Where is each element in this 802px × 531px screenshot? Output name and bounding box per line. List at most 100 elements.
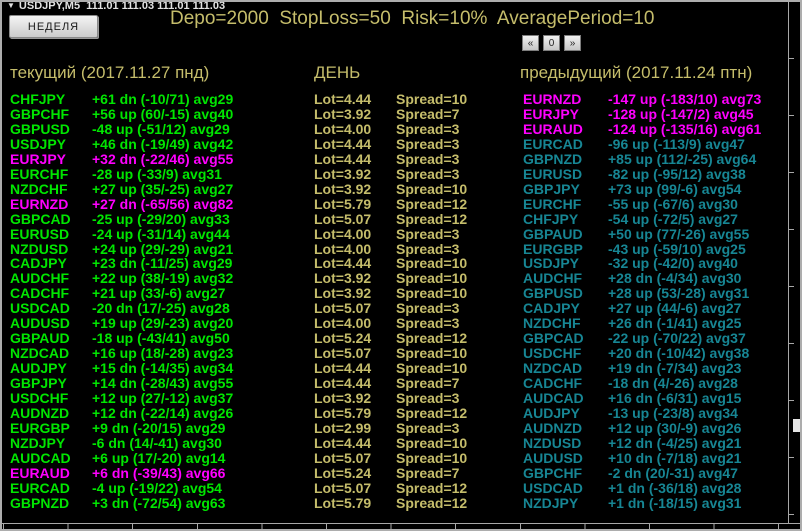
current-pair: AUDUSD (10, 315, 70, 332)
current-value: -6 dn (14/-41) avg30 (92, 434, 222, 451)
table-row: CADJPY +23 dn (-11/25) avg29 Lot=4.44 Sprea… (2, 256, 800, 271)
table-row: AUDJPY +15 dn (-14/35) avg34 Lot=4.44 Sprea… (2, 361, 800, 376)
day-lot: Lot=4.44 (314, 255, 372, 272)
day-spread: Spread=3 (396, 225, 460, 242)
previous-pair: AUDNZD (523, 419, 583, 436)
current-value: +6 up (17/-20) avg14 (92, 449, 226, 466)
day-spread: Spread=10 (396, 434, 468, 451)
table-row: EURGBP +9 dn (-20/15) avg29 Lot=2.99 Spread… (2, 421, 800, 436)
day-lot: Lot=3.92 (314, 165, 372, 182)
current-pair: CADJPY (10, 255, 67, 272)
day-lot: Lot=5.07 (314, 210, 372, 227)
previous-value: -54 up (-72/5) avg27 (608, 210, 738, 227)
column-header-previous: предыдущий (2017.11.24 птн) (520, 63, 753, 82)
day-lot: Lot=4.44 (314, 434, 372, 451)
day-spread: Spread=7 (396, 105, 460, 122)
current-value: +16 up (18/-28) avg23 (92, 345, 234, 362)
day-lot: Lot=5.07 (314, 449, 372, 466)
previous-pair: AUDUSD (523, 449, 583, 466)
previous-pair: EURNZD (523, 91, 582, 107)
current-value: -20 dn (17/-25) avg28 (92, 300, 230, 317)
previous-value: -32 up (-42/0) avg40 (608, 255, 738, 272)
column-header-current: текущий (2017.11.27 пнд) (10, 63, 210, 82)
table-row: NZDUSD +24 up (29/-29) avg21 Lot=4.00 Sprea… (2, 240, 800, 257)
table-row: EURJPY +32 dn (-22/46) avg55 Lot=4.44 Sprea… (2, 150, 800, 167)
day-spread: Spread=3 (396, 300, 460, 317)
previous-value: -18 dn (4/-26) avg28 (608, 375, 738, 392)
day-spread: Spread=3 (396, 390, 460, 407)
day-spread: Spread=3 (396, 120, 460, 137)
current-pair: GBPNZD (10, 494, 70, 511)
current-pair: AUDCHF (10, 270, 70, 287)
current-value: +22 up (38/-19) avg32 (92, 270, 234, 287)
previous-pair: EURGBP (523, 240, 583, 257)
previous-value: +10 dn (-7/18) avg21 (608, 449, 742, 466)
current-value: +27 up (35/-25) avg27 (92, 180, 234, 197)
current-value: +46 dn (-19/49) avg42 (92, 135, 234, 152)
day-spread: Spread=12 (396, 195, 468, 212)
previous-pair: GBPJPY (523, 180, 580, 197)
previous-value: -124 up (-135/16) avg61 (608, 120, 762, 137)
previous-value: +12 up (30/-9) avg26 (608, 419, 742, 436)
day-lot: Lot=4.44 (314, 135, 372, 152)
current-pair: NZDJPY (10, 434, 66, 451)
previous-value: +1 dn (-36/18) avg28 (608, 479, 742, 496)
previous-pair: USDJPY (523, 255, 580, 272)
current-value: +3 dn (-72/54) avg63 (92, 494, 226, 511)
previous-value: +1 dn (-18/15) avg31 (608, 494, 742, 511)
previous-value: +19 dn (-7/34) avg23 (608, 360, 742, 377)
week-button[interactable]: НЕДЕЛЯ (9, 15, 98, 38)
current-pair: GBPUSD (10, 120, 70, 137)
table-row: EURNZD +27 dn (-65/56) avg82 Lot=5.79 Sprea… (2, 195, 800, 212)
previous-value: +73 up (99/-6) avg54 (608, 180, 742, 197)
day-lot: Lot=5.24 (314, 330, 372, 347)
day-lot: Lot=4.00 (314, 240, 372, 257)
current-pair: NZDUSD (10, 240, 69, 257)
previous-pair: GBPUSD (523, 285, 583, 302)
table-row: USDCHF +12 up (27/-12) avg37 Lot=3.92 Sprea… (2, 391, 800, 406)
current-pair: EURCAD (10, 479, 70, 496)
previous-value: +12 dn (-4/25) avg21 (608, 434, 742, 451)
day-spread: Spread=10 (396, 180, 468, 197)
previous-pair: USDCAD (523, 479, 583, 496)
current-pair: GBPJPY (10, 375, 67, 392)
current-value: -48 up (-51/12) avg29 (92, 120, 230, 137)
previous-value: -96 up (-113/9) avg47 (608, 135, 745, 152)
current-value: +27 dn (-65/56) avg82 (92, 195, 234, 212)
current-pair: EURJPY (10, 150, 67, 167)
current-value: -4 up (-19/22) avg54 (92, 479, 222, 496)
previous-pair: AUDJPY (523, 405, 580, 422)
current-value: +19 up (29/-23) avg20 (92, 315, 234, 332)
table-row: CADCHF +21 up (33/-6) avg27 Lot=3.92 Spread… (2, 286, 800, 301)
day-lot: Lot=5.79 (314, 494, 372, 511)
current-pair: AUDNZD (10, 405, 70, 422)
current-pair: EURNZD (10, 195, 69, 212)
day-spread: Spread=3 (396, 419, 460, 436)
table-row: EURAUD +6 dn (-39/43) avg66 Lot=5.24 Spread… (2, 465, 800, 481)
current-value: -25 up (-29/20) avg33 (92, 210, 230, 227)
previous-pair: CHFJPY (523, 210, 579, 227)
current-pair: GBPAUD (10, 330, 70, 347)
table-row: GBPCHF +56 up (60/-15) avg40 Lot=3.92 Sprea… (2, 105, 800, 122)
day-spread: Spread=12 (396, 479, 468, 496)
previous-value: -43 up (-59/10) avg25 (608, 240, 746, 257)
pairs-table: CHFJPY +61 dn (-10/71) avg29 Lot=4.44 Sprea… (2, 92, 800, 511)
current-pair: GBPCAD (10, 210, 71, 227)
day-lot: Lot=3.92 (314, 270, 372, 287)
previous-value: -82 up (-95/12) avg38 (608, 165, 746, 182)
current-pair: GBPCHF (10, 105, 70, 122)
previous-pair: EURUSD (523, 165, 583, 182)
previous-pair: NZDJPY (523, 494, 579, 511)
current-pair: NZDCAD (10, 345, 70, 362)
nav-next-button[interactable]: » (564, 35, 581, 51)
previous-pair: GBPCAD (523, 330, 584, 347)
day-spread: Spread=10 (396, 255, 468, 272)
table-row: CHFJPY +61 dn (-10/71) avg29 Lot=4.44 Sprea… (2, 92, 800, 107)
nav-zero-button[interactable]: 0 (543, 35, 560, 51)
nav-prev-button[interactable]: « (522, 35, 539, 51)
previous-value: +27 up (44/-6) avg27 (608, 300, 742, 317)
previous-value: +85 up (112/-25) avg64 (608, 150, 757, 167)
day-lot: Lot=4.00 (314, 225, 372, 242)
previous-pair: AUDCAD (523, 390, 584, 407)
previous-pair: USDCHF (523, 345, 582, 362)
